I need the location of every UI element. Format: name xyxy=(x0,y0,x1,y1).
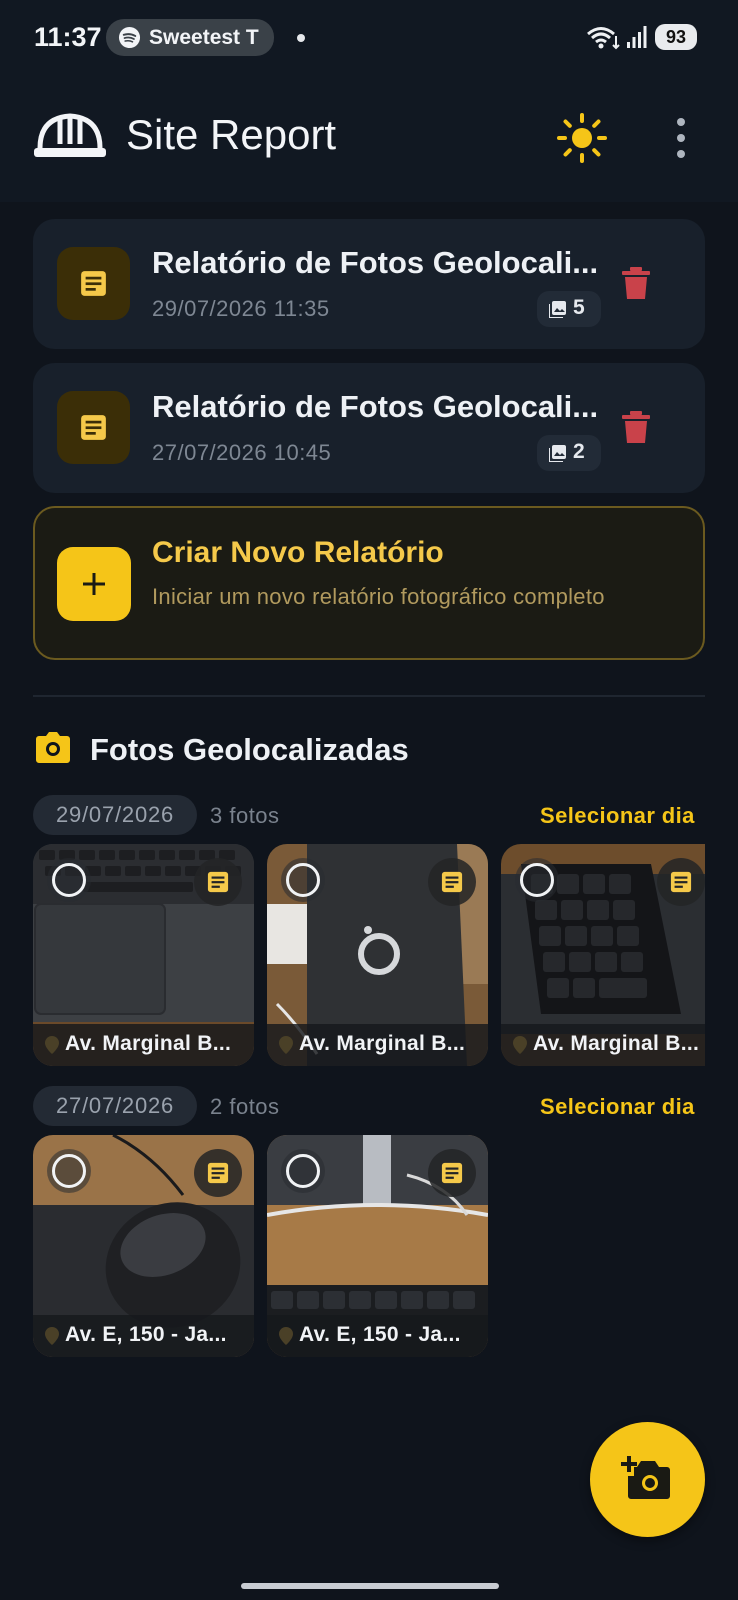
add-photo-camera-icon xyxy=(621,1456,670,1499)
location-pin-icon xyxy=(513,1036,527,1054)
report-card[interactable]: Relatório de Fotos Geolocali... 29/07/20… xyxy=(33,219,705,349)
photo-caption: Av. E, 150 - Ja... xyxy=(33,1315,254,1357)
app-bar: Site Report xyxy=(0,76,738,202)
photo-location: Av. Marginal B... xyxy=(65,1032,232,1055)
app-title: Site Report xyxy=(126,111,337,158)
photo-tile[interactable]: Av. Marginal B... xyxy=(267,844,488,1066)
location-pin-icon xyxy=(45,1036,59,1054)
photo-count: 2 xyxy=(573,440,585,463)
image-icon xyxy=(549,445,566,462)
note-icon xyxy=(207,1162,229,1184)
report-icon xyxy=(57,247,130,320)
photo-caption: Av. Marginal B... xyxy=(501,1024,705,1066)
note-badge[interactable] xyxy=(428,1149,476,1197)
spotify-icon xyxy=(118,26,141,49)
create-report-button[interactable]: Criar Novo Relatório Iniciar um novo rel… xyxy=(33,506,705,660)
media-title: Sweetest T xyxy=(149,26,259,49)
photo-count-badge: 5 xyxy=(537,291,601,327)
select-checkbox[interactable] xyxy=(515,858,559,902)
photo-tile[interactable]: Av. Marginal B... xyxy=(33,844,254,1066)
report-card[interactable]: Relatório de Fotos Geolocali... 27/07/20… xyxy=(33,363,705,493)
create-report-title: Criar Novo Relatório xyxy=(152,536,444,569)
date-chip: 27/07/2026 xyxy=(33,1086,197,1126)
status-bar: 11:37 Sweetest T 93 xyxy=(0,0,738,76)
note-icon xyxy=(441,1162,463,1184)
photo-location: Av. Marginal B... xyxy=(299,1032,466,1055)
note-icon xyxy=(441,871,463,893)
notification-dot xyxy=(297,34,305,42)
note-badge[interactable] xyxy=(657,858,705,906)
camera-icon xyxy=(36,732,70,763)
note-icon xyxy=(81,271,106,296)
more-vert-icon[interactable] xyxy=(660,112,702,164)
photo-caption: Av. Marginal B... xyxy=(267,1024,488,1066)
delete-icon[interactable] xyxy=(621,411,651,445)
report-date: 27/07/2026 10:45 xyxy=(152,440,332,465)
image-icon xyxy=(549,301,566,318)
photo-location: Av. Marginal B... xyxy=(533,1032,700,1055)
location-pin-icon xyxy=(45,1327,59,1345)
photo-caption: Av. Marginal B... xyxy=(33,1024,254,1066)
report-date: 29/07/2026 11:35 xyxy=(152,296,330,321)
select-checkbox[interactable] xyxy=(281,858,325,902)
note-badge[interactable] xyxy=(194,858,242,906)
signal-icon xyxy=(627,26,647,48)
battery-indicator: 93 xyxy=(655,24,697,50)
media-chip[interactable]: Sweetest T xyxy=(106,19,274,56)
report-icon xyxy=(57,391,130,464)
note-badge[interactable] xyxy=(194,1149,242,1197)
wifi-icon xyxy=(587,27,620,50)
photo-count-text: 2 fotos xyxy=(210,1094,280,1119)
create-report-subtitle: Iniciar um novo relatório fotográfico co… xyxy=(152,584,605,609)
photo-count: 5 xyxy=(573,296,585,319)
select-day-button[interactable]: Selecionar dia xyxy=(540,1094,695,1120)
photo-caption: Av. E, 150 - Ja... xyxy=(267,1315,488,1357)
note-icon xyxy=(207,871,229,893)
note-icon xyxy=(670,871,692,893)
location-pin-icon xyxy=(279,1327,293,1345)
note-icon xyxy=(81,415,106,440)
status-time: 11:37 xyxy=(34,22,102,52)
photo-tile[interactable]: Av. E, 150 - Ja... xyxy=(267,1135,488,1357)
date-chip: 29/07/2026 xyxy=(33,795,197,835)
photo-count-badge: 2 xyxy=(537,435,601,471)
select-day-button[interactable]: Selecionar dia xyxy=(540,803,695,829)
note-badge[interactable] xyxy=(428,858,476,906)
delete-icon[interactable] xyxy=(621,267,651,301)
select-checkbox[interactable] xyxy=(281,1149,325,1193)
divider xyxy=(33,695,705,697)
location-pin-icon xyxy=(279,1036,293,1054)
sun-icon[interactable] xyxy=(557,113,607,163)
hard-hat-icon xyxy=(34,113,106,157)
home-indicator[interactable] xyxy=(241,1583,499,1589)
photo-count-text: 3 fotos xyxy=(210,803,280,828)
photo-location: Av. E, 150 - Ja... xyxy=(65,1323,227,1346)
photo-location: Av. E, 150 - Ja... xyxy=(299,1323,461,1346)
plus-icon xyxy=(83,573,105,595)
report-title: Relatório de Fotos Geolocali... xyxy=(152,389,599,424)
add-icon-box xyxy=(57,547,131,621)
section-title: Fotos Geolocalizadas xyxy=(90,732,409,767)
photo-tile[interactable]: Av. E, 150 - Ja... xyxy=(33,1135,254,1357)
report-title: Relatório de Fotos Geolocali... xyxy=(152,245,599,280)
add-photo-button[interactable] xyxy=(590,1422,705,1537)
select-checkbox[interactable] xyxy=(47,1149,91,1193)
photo-tile[interactable]: Av. Marginal B... xyxy=(501,844,705,1066)
select-checkbox[interactable] xyxy=(47,858,91,902)
